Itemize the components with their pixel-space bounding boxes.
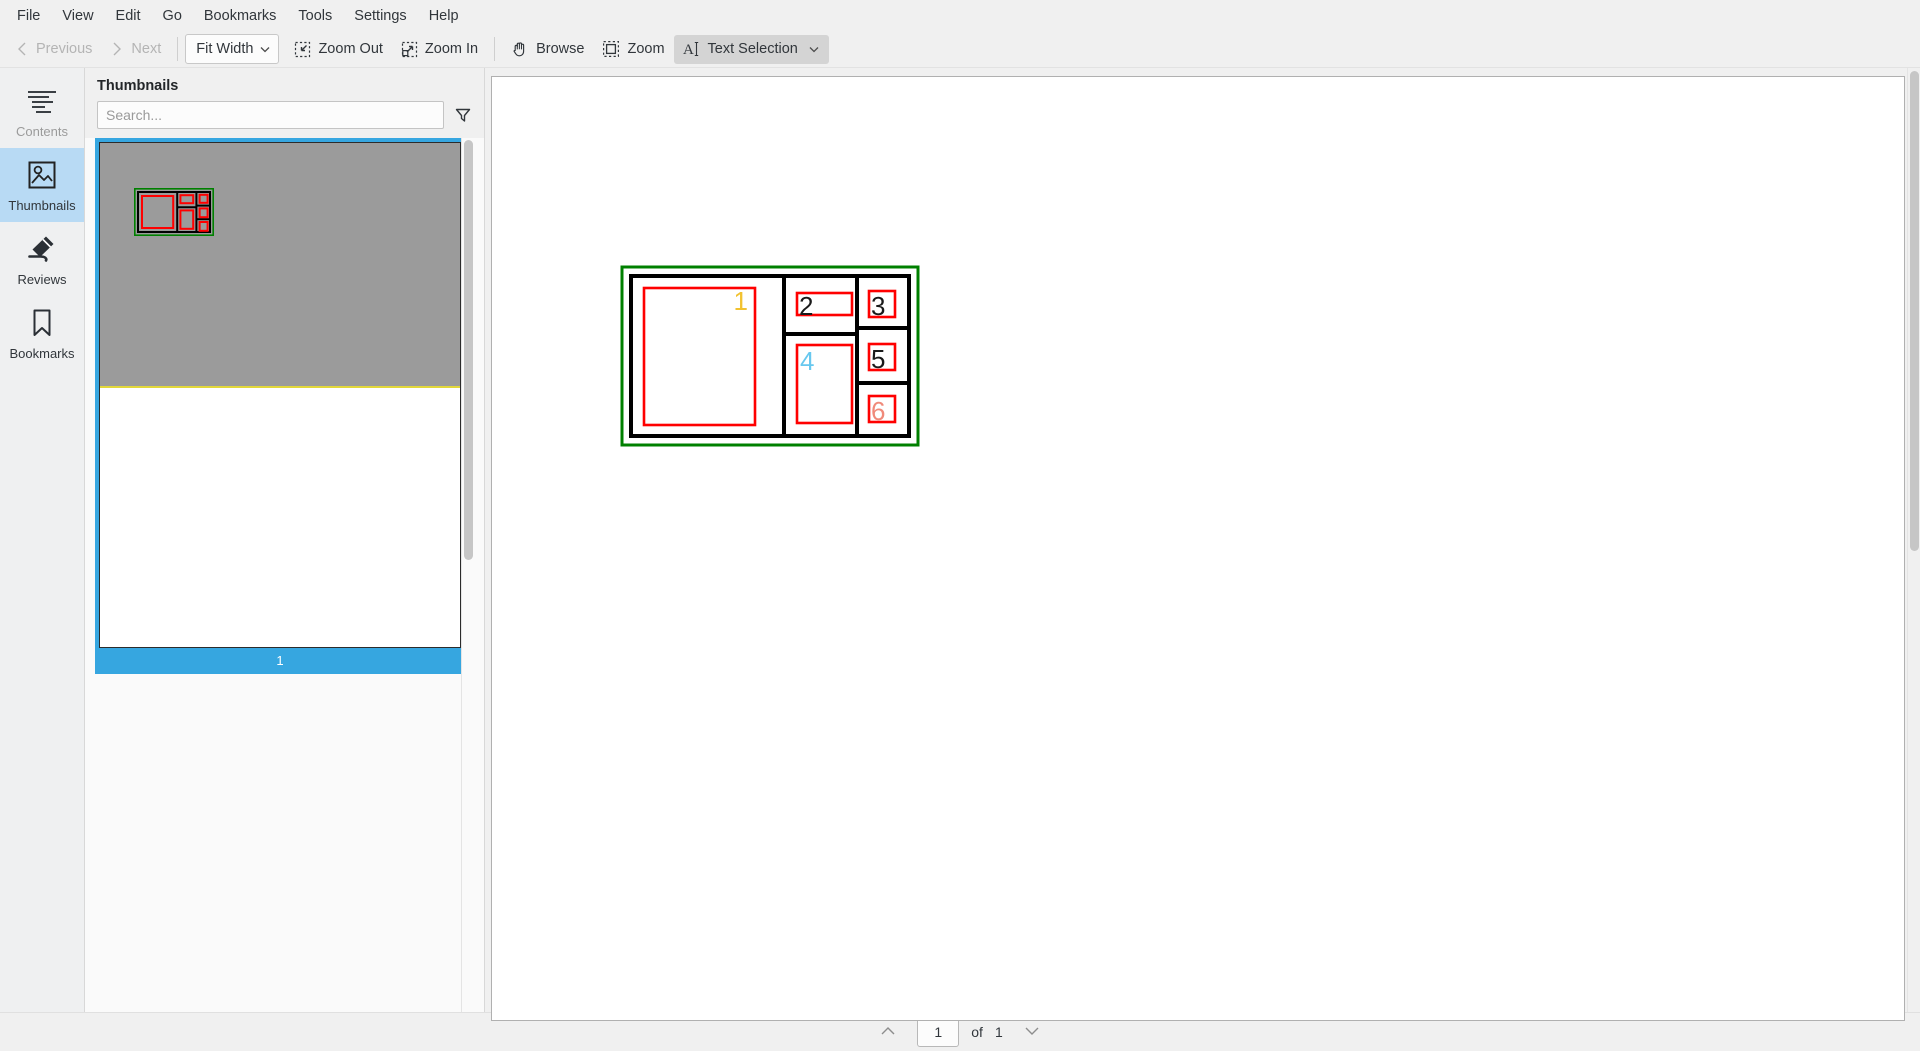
diagram-cell-6: 6	[867, 394, 897, 426]
previous-page-arrow[interactable]	[871, 1022, 905, 1043]
filter-funnel-icon[interactable]	[454, 106, 472, 124]
diagram-cell-2-label: 2	[799, 291, 813, 321]
svg-text:A: A	[683, 42, 694, 58]
zoom-tool-label: Zoom	[627, 41, 665, 57]
thumbnail-page-top-region	[100, 143, 460, 388]
window-body: Contents Thumbnails Reviews Bookmarks Th…	[0, 68, 1920, 1021]
diagram-cell-2: 2	[795, 291, 854, 321]
zoom-tool-button[interactable]: Zoom	[593, 35, 673, 64]
diagram-cell-3-label: 3	[871, 291, 885, 321]
diagram-cell-4: 4	[795, 343, 854, 425]
sidebar-rail: Contents Thumbnails Reviews Bookmarks	[0, 68, 85, 1012]
diagram-cell-5: 5	[867, 342, 897, 374]
marquee-zoom-icon	[602, 40, 620, 58]
menu-view[interactable]: View	[51, 4, 104, 28]
thumbnails-list[interactable]: 1	[85, 138, 484, 1012]
menu-edit[interactable]: Edit	[105, 4, 152, 28]
sidebar-item-label: Bookmarks	[9, 346, 75, 361]
sidebar-item-label: Thumbnails	[8, 198, 76, 213]
thumbnails-icon	[25, 159, 59, 191]
thumbnail-page-number: 1	[276, 653, 284, 668]
menu-tools[interactable]: Tools	[287, 4, 343, 28]
sidebar-item-bookmarks[interactable]: Bookmarks	[0, 296, 84, 370]
diagram-cell-4-label: 4	[800, 346, 814, 376]
browse-tool-button[interactable]: Browse	[502, 35, 593, 64]
browse-tool-label: Browse	[536, 41, 585, 57]
chevron-down-icon[interactable]	[805, 43, 820, 55]
diagram-grid-border	[629, 274, 911, 438]
sidebar-item-label: Contents	[15, 124, 69, 139]
toolbar-separator-1	[177, 37, 179, 61]
zoom-in-icon	[401, 41, 418, 58]
text-selection-tool-label: Text Selection	[707, 41, 798, 57]
document-scrollbar[interactable]	[1907, 68, 1920, 1012]
thumbnail-page-preview	[99, 142, 461, 648]
thumbnails-search-row	[85, 101, 484, 138]
diagram-cell-5-label: 5	[871, 344, 885, 374]
toolbar-separator-2	[494, 37, 496, 61]
document-view[interactable]: 1 2 3 4 5 6	[485, 68, 1907, 1021]
bookmark-icon	[25, 307, 59, 339]
document-scrollbar-handle[interactable]	[1910, 71, 1919, 551]
diagram-cell-1-label: 1	[734, 286, 748, 316]
previous-page-button[interactable]: Previous	[6, 35, 101, 64]
current-page-input[interactable]: 1	[917, 1017, 960, 1047]
diagram-cell-3: 3	[867, 289, 897, 321]
page-of-label: of	[971, 1024, 983, 1040]
document-page: 1 2 3 4 5 6	[491, 76, 1905, 1021]
menu-go[interactable]: Go	[152, 4, 193, 28]
zoom-level-value: Fit Width	[196, 41, 254, 57]
text-cursor-icon: A	[683, 40, 701, 58]
hand-icon	[511, 40, 529, 58]
thumbnails-panel: Thumbnails Search... 1	[85, 68, 485, 1012]
menu-settings[interactable]: Settings	[343, 4, 417, 28]
thumbnail-diagram	[134, 188, 214, 236]
search-input[interactable]	[97, 101, 444, 129]
zoom-out-label: Zoom Out	[318, 41, 383, 57]
sidebar-item-label: Reviews	[17, 272, 67, 287]
thumbnails-scrollbar-handle[interactable]	[464, 140, 473, 560]
zoom-out-icon	[294, 41, 311, 58]
next-page-label: Next	[131, 41, 162, 57]
chevron-down-icon	[259, 43, 271, 55]
next-page-button[interactable]: Next	[101, 35, 170, 64]
sidebar-item-reviews[interactable]: Reviews	[0, 222, 84, 296]
text-selection-tool-button[interactable]: A Text Selection	[673, 34, 829, 64]
menu-bookmarks[interactable]: Bookmarks	[193, 4, 288, 28]
menu-file[interactable]: File	[6, 4, 51, 28]
thumbnails-panel-title: Thumbnails	[85, 68, 484, 101]
zoom-in-button[interactable]: Zoom In	[392, 35, 487, 64]
main-toolbar: Previous Next Fit Width Zoom Out Zoom In…	[0, 31, 1920, 68]
thumbnail-item-1[interactable]: 1	[95, 138, 465, 674]
previous-page-label: Previous	[36, 41, 93, 57]
menu-help[interactable]: Help	[418, 4, 470, 28]
chevron-right-icon	[110, 41, 124, 57]
zoom-out-button[interactable]: Zoom Out	[285, 35, 391, 64]
total-pages-label: 1	[994, 1024, 1003, 1040]
zoom-level-select[interactable]: Fit Width	[185, 34, 280, 64]
contents-icon	[25, 87, 59, 117]
menu-bar: File View Edit Go Bookmarks Tools Settin…	[0, 0, 1920, 31]
chevron-left-icon	[15, 41, 29, 57]
page-layout-diagram: 1 2 3 4 5 6	[620, 265, 920, 447]
thumbnails-scrollbar[interactable]	[461, 138, 474, 1012]
sidebar-item-thumbnails[interactable]: Thumbnails	[0, 148, 84, 222]
sidebar-item-contents[interactable]: Contents	[0, 76, 84, 148]
next-page-arrow[interactable]	[1015, 1022, 1049, 1043]
diagram-cell-1: 1	[642, 286, 757, 427]
highlighter-icon	[25, 233, 59, 265]
pdf-viewer-window: File View Edit Go Bookmarks Tools Settin…	[0, 0, 1920, 1051]
diagram-cell-6-label: 6	[871, 396, 885, 426]
zoom-in-label: Zoom In	[424, 41, 479, 57]
